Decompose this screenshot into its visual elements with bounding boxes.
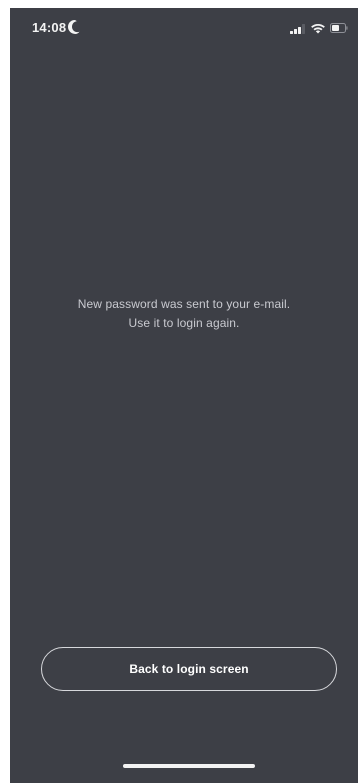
home-indicator[interactable] (123, 764, 255, 768)
status-right-icons (290, 22, 348, 38)
wifi-icon (311, 24, 325, 34)
status-bar: 14:08 (10, 8, 358, 52)
battery-icon (330, 23, 348, 33)
status-time: 14:08 (32, 20, 67, 35)
password-reset-message: New password was sent to your e-mail. Us… (10, 295, 358, 333)
cellular-signal-icon (290, 24, 305, 34)
moon-icon (68, 20, 80, 34)
message-line-1: New password was sent to your e-mail. (77, 297, 291, 311)
app-screen: 14:08 New password was sent to your e-ma… (10, 8, 358, 783)
back-to-login-button[interactable]: Back to login screen (41, 647, 337, 691)
message-line-2: Use it to login again. (128, 316, 240, 330)
